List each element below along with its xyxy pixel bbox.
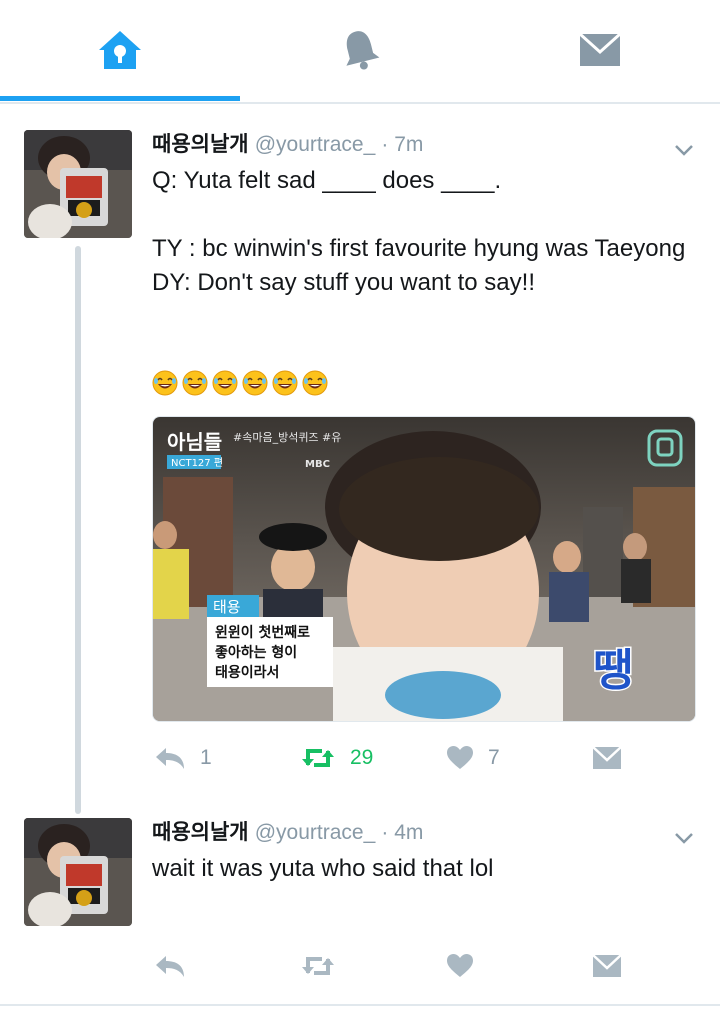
reply-icon <box>156 956 184 977</box>
tweet-text: wait it was yuta who said that lol <box>152 855 494 882</box>
avatar-image <box>24 818 132 926</box>
display-name[interactable]: 때용의날개 <box>152 820 249 844</box>
envelope-icon <box>592 746 622 769</box>
tweet[interactable]: 때용의날개 @yourtrace_ · 4m wait it was yuta … <box>0 794 720 1004</box>
timestamp[interactable]: · 7m <box>381 133 423 156</box>
chevron-down-icon[interactable] <box>672 826 696 850</box>
reply-button[interactable]: 1 <box>154 740 212 776</box>
laughing-emoji-icon <box>302 370 328 396</box>
thread-line <box>75 246 81 814</box>
reply-icon <box>156 748 184 769</box>
channel-logo: MBC <box>305 459 330 470</box>
tab-messages[interactable] <box>480 0 720 100</box>
tweet[interactable]: 때용의날개 @yourtrace_ · 7m Q: Yuta felt sad … <box>0 104 720 814</box>
emoji-row <box>152 370 328 396</box>
heart-icon <box>447 746 473 769</box>
avatar-image <box>24 130 132 238</box>
like-button[interactable] <box>446 948 474 984</box>
like-count: 7 <box>488 746 500 769</box>
timeline-divider <box>0 1004 720 1006</box>
retweet-button[interactable]: 29 <box>300 740 373 776</box>
tab-notifications[interactable] <box>240 0 480 100</box>
user-handle[interactable]: @yourtrace_ <box>255 133 376 156</box>
show-title: 아님들 <box>167 430 222 454</box>
caption-line-3: 태용이라서 <box>215 664 279 681</box>
tweet-header: 때용의날개 @yourtrace_ · 4m <box>152 818 423 847</box>
timestamp[interactable]: · 4m <box>381 821 423 844</box>
laughing-emoji-icon <box>242 370 268 396</box>
show-subtitle: NCT127 편 <box>171 457 223 469</box>
direct-message-button[interactable] <box>592 740 622 776</box>
tweet-header: 때용의날개 @yourtrace_ · 7m <box>152 130 423 159</box>
tweet-actions: 1 29 7 <box>152 740 672 776</box>
tweet-media[interactable]: 아님들 #속마음_방석퀴즈 #유 NCT127 편 MBC 태용 윈윈이 첫번째… <box>152 416 696 722</box>
bell-icon <box>346 31 380 70</box>
like-button[interactable]: 7 <box>446 740 500 776</box>
display-name[interactable]: 때용의날개 <box>152 132 249 156</box>
sound-effect-text: 땡 <box>593 645 633 696</box>
home-icon <box>99 31 141 69</box>
video-still-image: 아님들 #속마음_방석퀴즈 #유 NCT127 편 MBC 태용 윈윈이 첫번째… <box>153 417 695 721</box>
avatar[interactable] <box>24 130 132 238</box>
tab-home[interactable] <box>0 0 240 100</box>
caption-line-1: 윈윈이 첫번째로 <box>215 624 310 641</box>
retweet-icon <box>302 957 334 975</box>
retweet-count: 29 <box>350 746 374 769</box>
retweet-button[interactable] <box>300 948 336 984</box>
envelope-icon <box>592 954 622 977</box>
top-tab-bar <box>0 0 720 104</box>
heart-icon <box>447 954 473 977</box>
tweet-text: Q: Yuta felt sad ____ does ____. TY : bc… <box>152 167 686 296</box>
reply-button[interactable] <box>154 948 186 984</box>
laughing-emoji-icon <box>182 370 208 396</box>
laughing-emoji-icon <box>272 370 298 396</box>
direct-message-button[interactable] <box>592 948 622 984</box>
avatar[interactable] <box>24 818 132 926</box>
active-tab-indicator <box>0 96 240 101</box>
user-handle[interactable]: @yourtrace_ <box>255 821 376 844</box>
caption-name-tag: 태용 <box>213 598 241 616</box>
caption-line-2: 좋아하는 형이 <box>215 644 297 661</box>
retweet-icon <box>302 749 334 767</box>
chevron-down-icon[interactable] <box>672 138 696 162</box>
reply-count: 1 <box>200 746 212 769</box>
laughing-emoji-icon <box>152 370 178 396</box>
envelope-icon <box>578 32 622 66</box>
tweet-actions <box>152 948 672 984</box>
show-hashtags: #속마음_방석퀴즈 #유 <box>233 431 341 444</box>
laughing-emoji-icon <box>212 370 238 396</box>
